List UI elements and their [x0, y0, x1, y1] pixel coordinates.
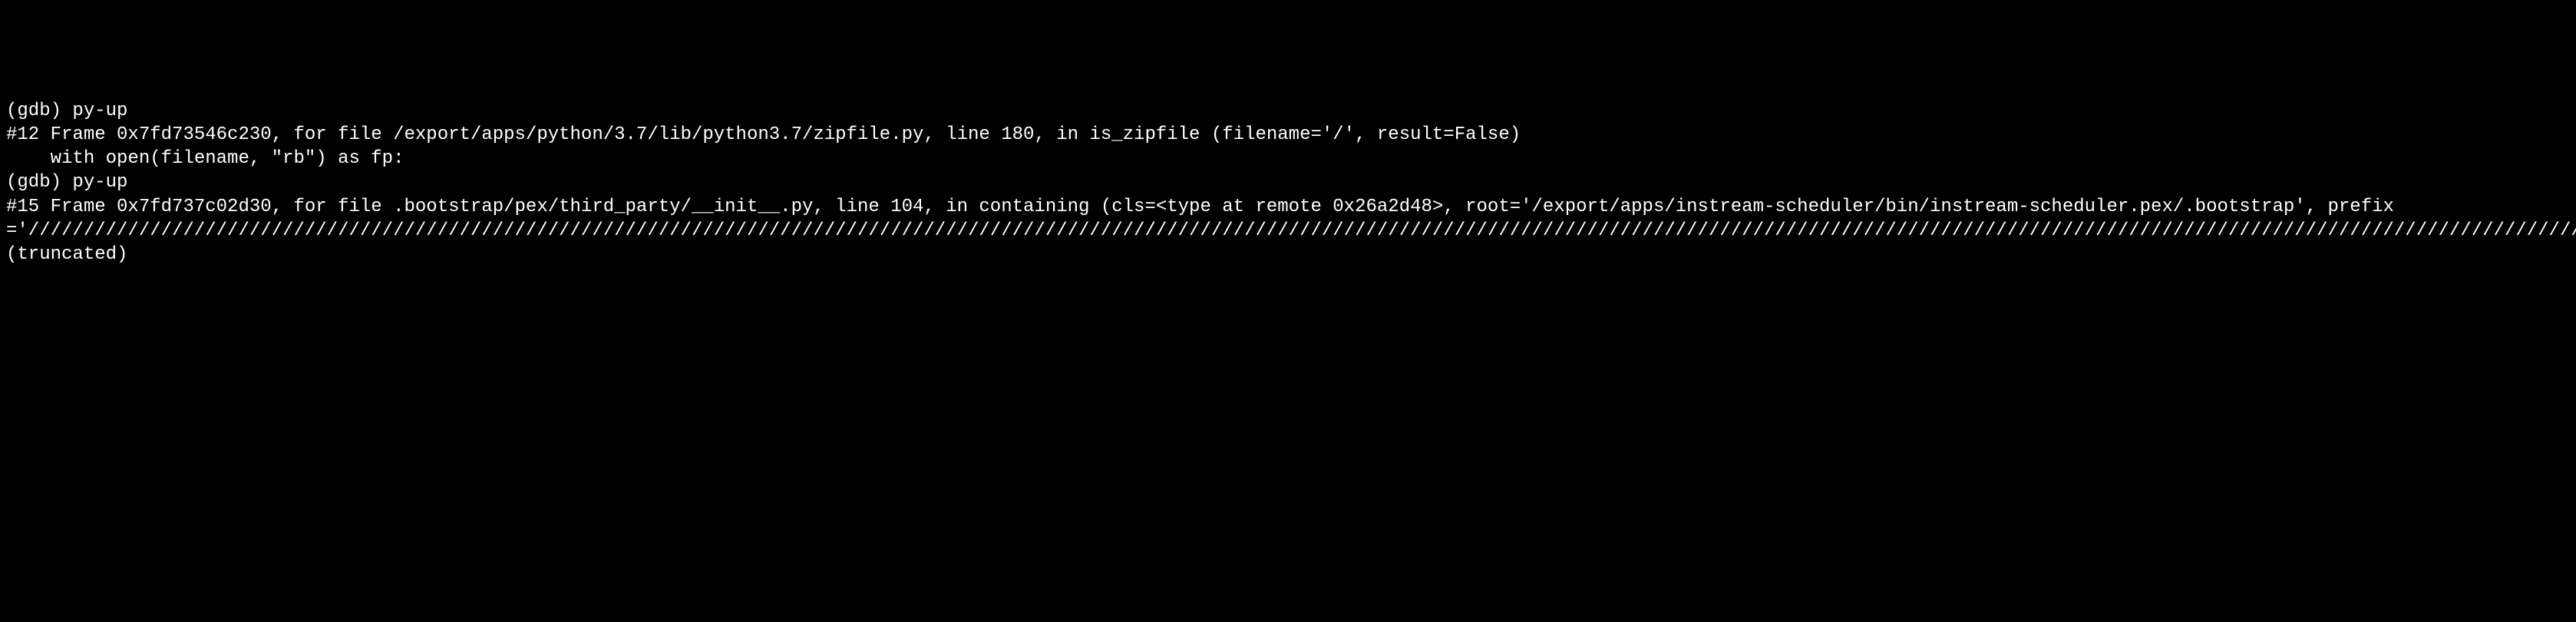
- terminal-line: (gdb) py-up: [6, 170, 2570, 194]
- terminal-line: #15 Frame 0x7fd737c02d30, for file .boot…: [6, 195, 2570, 267]
- terminal-output: (gdb) py-up#12 Frame 0x7fd73546c230, for…: [6, 99, 2570, 266]
- terminal-line: with open(filename, "rb") as fp:: [6, 147, 2570, 170]
- terminal-line: (gdb) py-up: [6, 99, 2570, 123]
- terminal-line: #12 Frame 0x7fd73546c230, for file /expo…: [6, 123, 2570, 147]
